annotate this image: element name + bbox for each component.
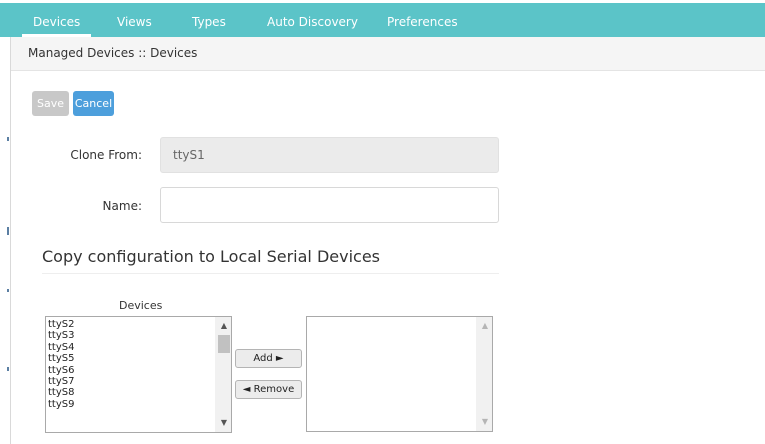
available-devices-list[interactable]: ttyS2 ttyS3 ttyS4 ttyS5 ttyS6 ttyS7 ttyS… <box>45 316 232 433</box>
add-button[interactable]: Add ► <box>235 349 302 368</box>
clone-from-field: ttyS1 <box>160 137 499 173</box>
scroll-up-icon[interactable]: ▲ <box>477 319 493 333</box>
edge-marker <box>7 289 9 292</box>
name-label: Name: <box>102 199 142 213</box>
list-scrollbar[interactable]: ▲ ▼ <box>215 317 231 432</box>
clone-from-label: Clone From: <box>70 148 142 162</box>
tab-devices[interactable]: Devices <box>22 7 92 37</box>
edge-marker <box>7 227 9 235</box>
remove-button[interactable]: ◄ Remove <box>235 380 302 399</box>
list-item[interactable]: ttyS7 <box>48 376 214 387</box>
top-navigation: Devices Views Types Auto Discovery Prefe… <box>0 0 765 37</box>
selected-devices-list[interactable]: ▲ ▼ <box>306 316 493 432</box>
tab-auto-discovery[interactable]: Auto Discovery <box>267 7 358 37</box>
breadcrumb-bar: Managed Devices :: Devices <box>11 37 765 71</box>
list-item[interactable]: ttyS4 <box>48 342 214 353</box>
cancel-button[interactable]: Cancel <box>73 91 114 116</box>
devices-list-label: Devices <box>119 299 163 312</box>
section-title: Copy configuration to Local Serial Devic… <box>42 247 381 266</box>
tab-preferences[interactable]: Preferences <box>387 7 458 37</box>
list-item[interactable]: ttyS5 <box>48 353 214 364</box>
section-divider <box>42 273 499 274</box>
list-item[interactable]: ttyS6 <box>48 365 214 376</box>
scroll-up-icon[interactable]: ▲ <box>216 319 232 333</box>
scroll-down-icon[interactable]: ▼ <box>216 416 232 430</box>
list-scrollbar[interactable]: ▲ ▼ <box>476 317 492 431</box>
list-item[interactable]: ttyS8 <box>48 387 214 398</box>
list-item[interactable]: ttyS2 <box>48 319 214 330</box>
scroll-down-icon[interactable]: ▼ <box>477 415 493 429</box>
breadcrumb: Managed Devices :: Devices <box>28 46 198 60</box>
list-item[interactable]: ttyS3 <box>48 330 214 341</box>
left-edge-panel <box>0 37 11 444</box>
list-item[interactable]: ttyS9 <box>48 399 214 410</box>
scrollbar-thumb[interactable] <box>218 335 230 353</box>
name-input[interactable] <box>160 187 499 223</box>
edge-marker <box>7 137 9 141</box>
save-button[interactable]: Save <box>32 91 69 116</box>
edge-marker <box>7 367 9 371</box>
tab-views[interactable]: Views <box>117 7 152 37</box>
tab-types[interactable]: Types <box>192 7 226 37</box>
